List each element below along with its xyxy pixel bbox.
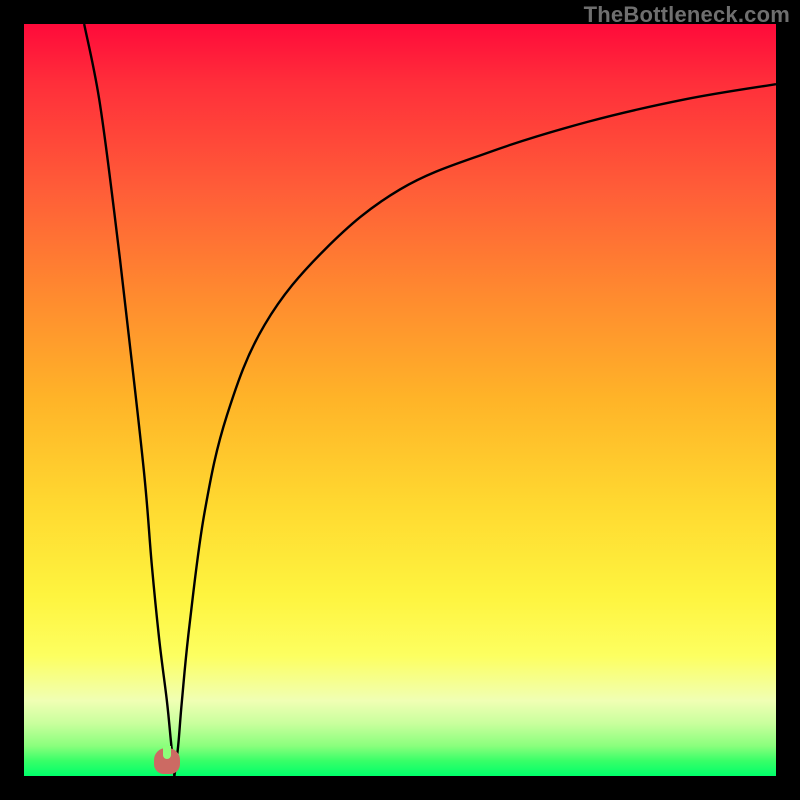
curve-right-branch [174, 84, 776, 776]
curve-left-branch [84, 24, 174, 776]
bottleneck-curve [24, 24, 776, 776]
optimal-point-marker [154, 748, 180, 774]
chart-area [24, 24, 776, 776]
